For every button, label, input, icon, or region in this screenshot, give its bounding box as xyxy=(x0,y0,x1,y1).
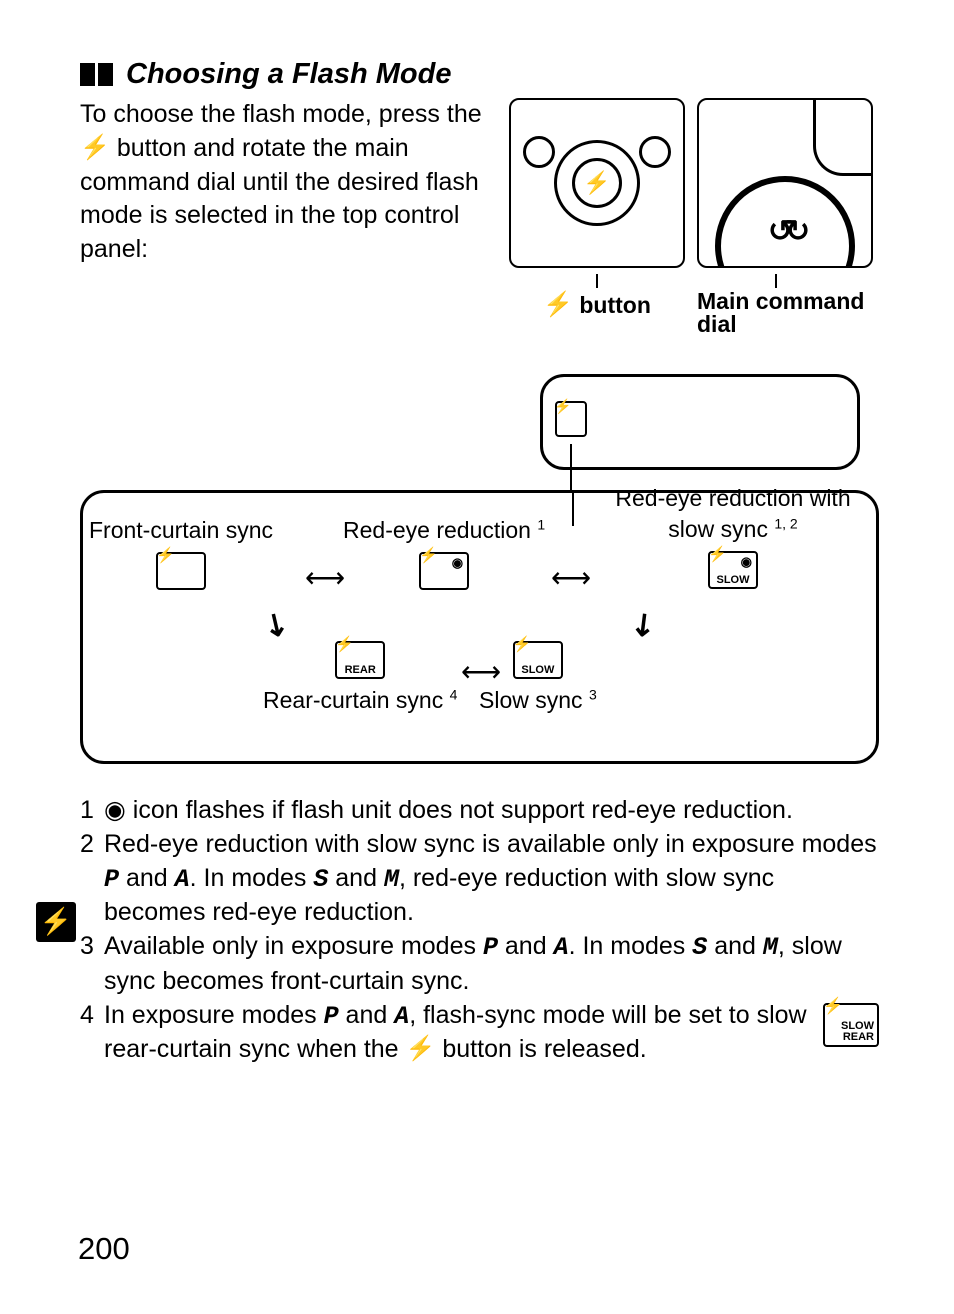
mode-glyph: S xyxy=(313,865,328,894)
footnote-3: 3 Available only in exposure modes P and… xyxy=(80,930,879,999)
camera-btn-icon xyxy=(639,136,671,168)
flash-mode-icon: REAR xyxy=(335,641,385,679)
footnote-text: and xyxy=(498,932,554,960)
flash-icon: ⚡ xyxy=(543,289,573,321)
footnote-text: . In modes xyxy=(569,932,693,960)
footnote-ref: 1, 2 xyxy=(774,516,797,532)
leader-line-icon xyxy=(572,490,574,526)
footnote-number: 1 xyxy=(80,794,104,828)
flash-icon: ⚡ xyxy=(572,158,622,208)
footnotes: 1 ◉ icon flashes if flash unit does not … xyxy=(80,794,879,1067)
footnote-text: Available only in exposure modes xyxy=(104,932,483,960)
footnote-4: 4 In exposure modes P and A, flash-sync … xyxy=(80,999,879,1068)
mode-label: Red-eye reduction 1 xyxy=(343,515,545,546)
footnote-text: and xyxy=(339,1001,395,1029)
flash-mode-icon xyxy=(156,552,206,590)
double-arrow-icon: ⟷ xyxy=(461,653,497,691)
mode-glyph: P xyxy=(104,865,119,894)
mode-label-text: Rear-curtain sync xyxy=(263,687,443,713)
margin-flash-tab: ⚡ xyxy=(36,902,76,942)
double-arrow-icon: ⟷ xyxy=(305,559,341,597)
rotate-arrow-icon: ↺↻ xyxy=(768,212,802,253)
mode-red-eye-slow: Red-eye reduction with slow sync 1, 2 SL… xyxy=(603,483,863,589)
mode-glyph: A xyxy=(394,1002,409,1031)
flash-icon: ⚡ xyxy=(80,132,110,164)
footnote-text: icon flashes if flash unit does not supp… xyxy=(133,796,793,824)
heading-marker-icon xyxy=(80,63,116,86)
footnote-text: and xyxy=(119,864,175,892)
manual-page: Choosing a Flash Mode To choose the flas… xyxy=(0,0,954,1314)
footnote-text: . In modes xyxy=(190,864,314,892)
footnote-number: 4 xyxy=(80,999,104,1068)
illustration-column: ⚡ ↺↻ ⚡ button xyxy=(509,98,879,336)
illustration-captions: ⚡ button Main command dial xyxy=(509,276,879,336)
flash-mode-icon: SLOW xyxy=(513,641,563,679)
footnote-ref: 4 xyxy=(450,686,458,702)
mode-glyph: A xyxy=(175,865,190,894)
top-control-panel-illustration xyxy=(540,374,860,470)
mode-label-text: Red-eye reduction xyxy=(343,517,531,543)
mode-glyph: P xyxy=(324,1002,339,1031)
footnote-number: 2 xyxy=(80,828,104,930)
footnote-2: 2 Red-eye reduction with slow sync is av… xyxy=(80,828,879,930)
mode-label: Front-curtain sync xyxy=(89,515,273,546)
mode-rear-curtain: REAR Rear-curtain sync 4 xyxy=(263,635,457,716)
footnote-text: In exposure modes xyxy=(104,1001,324,1029)
mode-label: Rear-curtain sync 4 xyxy=(263,685,457,716)
mode-front-curtain: Front-curtain sync xyxy=(89,515,273,590)
mode-label-text: Red-eye reduction with slow sync xyxy=(615,485,850,542)
camera-body-icon xyxy=(813,98,873,176)
mode-glyph: A xyxy=(554,933,569,962)
intro-row: To choose the flash mode, press the ⚡ bu… xyxy=(80,98,879,336)
mode-label-text: Slow sync xyxy=(479,687,583,713)
intro-paragraph: To choose the flash mode, press the ⚡ bu… xyxy=(80,98,509,267)
mode-glyph: M xyxy=(763,933,778,962)
command-dial-caption: Main command dial xyxy=(697,288,864,337)
footnote-text: and xyxy=(707,932,763,960)
camera-dial-icon: ⚡ xyxy=(554,140,640,226)
mode-label: Red-eye reduction with slow sync 1, 2 xyxy=(603,483,863,545)
footnote-ref: 3 xyxy=(589,686,597,702)
heading-text: Choosing a Flash Mode xyxy=(126,55,451,94)
section-heading: Choosing a Flash Mode xyxy=(80,55,879,94)
footnote-text: button is released. xyxy=(435,1035,646,1063)
icon-badge-text: SLOW xyxy=(841,1021,874,1032)
intro-text-part1: To choose the flash mode, press the xyxy=(80,100,482,128)
footnote-1: 1 ◉ icon flashes if flash unit does not … xyxy=(80,794,879,828)
footnote-ref: 1 xyxy=(537,516,545,532)
leader-line-icon xyxy=(570,444,572,492)
icon-badge-text: REAR xyxy=(843,1032,874,1043)
slow-rear-flash-icon: SLOW REAR xyxy=(823,1003,879,1047)
leader-line-icon xyxy=(775,274,777,288)
flash-mode-icon: SLOW xyxy=(708,551,758,589)
flash-mode-cycle: Front-curtain sync Red-eye reduction 1 R… xyxy=(80,490,879,764)
diagonal-arrow-icon: ↙ xyxy=(621,602,666,649)
mode-glyph: P xyxy=(483,933,498,962)
flash-icon: ⚡ xyxy=(406,1033,436,1065)
leader-line-icon xyxy=(596,274,598,288)
mode-glyph: M xyxy=(384,865,399,894)
mode-glyph: S xyxy=(692,933,707,962)
footnote-text: and xyxy=(328,864,384,892)
intro-text-part2: button and rotate the main command dial … xyxy=(80,134,479,263)
camera-btn-icon xyxy=(523,136,555,168)
footnote-text: Red-eye reduction with slow sync is avai… xyxy=(104,830,877,858)
eye-icon: ◉ xyxy=(104,796,126,824)
command-dial-illustration: ↺↻ xyxy=(697,98,873,268)
double-arrow-icon: ⟷ xyxy=(551,559,587,597)
page-number: 200 xyxy=(78,1228,130,1270)
flash-icon: ⚡ xyxy=(40,904,72,939)
footnote-number: 3 xyxy=(80,930,104,999)
lcd-flash-indicator-icon xyxy=(555,401,587,437)
flash-button-caption: button xyxy=(579,292,651,318)
flash-button-illustration: ⚡ xyxy=(509,98,685,268)
flash-mode-diagram: Front-curtain sync Red-eye reduction 1 R… xyxy=(80,374,879,764)
flash-mode-icon xyxy=(419,552,469,590)
mode-red-eye: Red-eye reduction 1 xyxy=(343,515,545,590)
